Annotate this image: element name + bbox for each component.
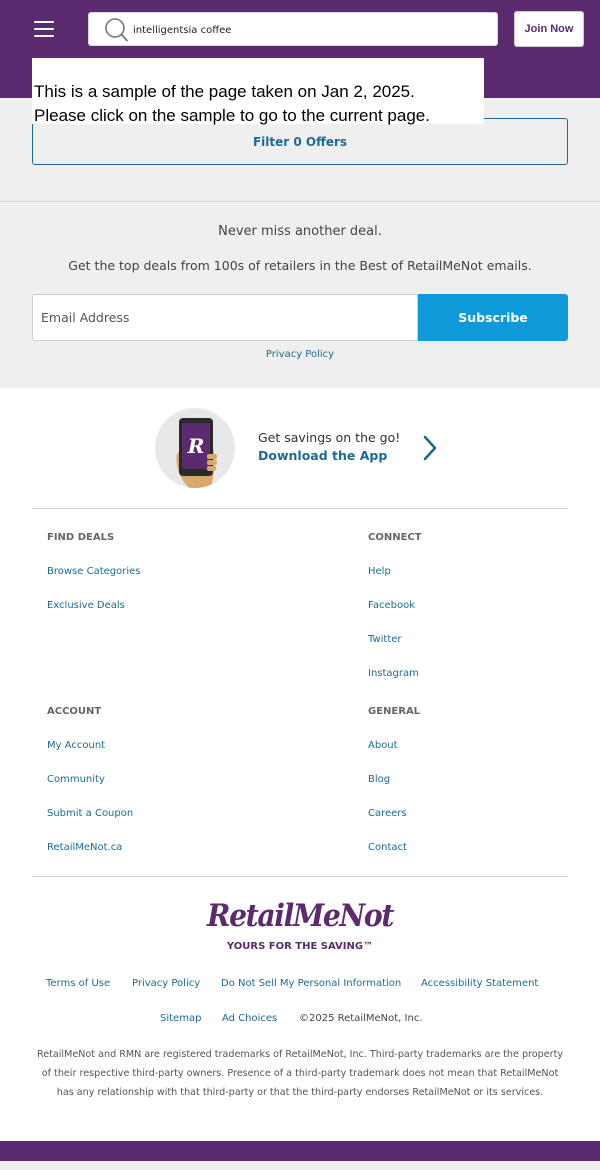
retailmenot-logo[interactable]: RetailMeNot	[200, 893, 400, 937]
ad-choices-link[interactable]: Ad Choices	[222, 1013, 277, 1024]
subscribe-button[interactable]: Subscribe	[418, 294, 568, 341]
footer-divider	[32, 508, 568, 509]
join-now-button[interactable]: Join Now	[514, 11, 584, 47]
logo-text: RetailMeNot	[206, 898, 395, 934]
chevron-right-icon[interactable]	[420, 434, 440, 462]
email-field[interactable]	[32, 294, 418, 341]
connect-heading: CONNECT	[368, 532, 422, 543]
footer-link-browse-categories[interactable]: Browse Categories	[47, 566, 141, 577]
copyright-text: ©2025 RetailMeNot, Inc.	[299, 1013, 423, 1024]
do-not-sell-link[interactable]: Do Not Sell My Personal Information	[221, 978, 401, 989]
sitemap-link[interactable]: Sitemap	[160, 1013, 201, 1024]
general-heading: GENERAL	[368, 706, 421, 717]
footer-link-careers[interactable]: Careers	[368, 808, 407, 819]
search-icon	[105, 18, 128, 42]
hamburger-icon[interactable]	[34, 21, 54, 37]
svg-text:R: R	[187, 434, 205, 458]
footer-bottom-strip	[0, 1161, 600, 1170]
accessibility-statement-link[interactable]: Accessibility Statement	[421, 978, 538, 989]
footer-link-retailmenot-ca[interactable]: RetailMeNot.ca	[47, 842, 122, 853]
phone-app-icon: R	[155, 408, 235, 488]
footer-link-submit-coupon[interactable]: Submit a Coupon	[47, 808, 133, 819]
footer-link-twitter[interactable]: Twitter	[368, 634, 402, 645]
footer-link-instagram[interactable]: Instagram	[368, 668, 419, 679]
search-bar[interactable]	[88, 12, 498, 46]
footer-link-about[interactable]: About	[368, 740, 398, 751]
footer-link-exclusive-deals[interactable]: Exclusive Deals	[47, 600, 125, 611]
sample-notice-line-2: Please click on the sample to go to the …	[34, 106, 430, 125]
app-promo: Get savings on the go! Download the App	[258, 430, 400, 463]
footer-link-help[interactable]: Help	[368, 566, 391, 577]
terms-of-use-link[interactable]: Terms of Use	[46, 978, 110, 989]
search-input[interactable]	[133, 19, 488, 41]
account-heading: ACCOUNT	[47, 706, 102, 717]
privacy-policy-link[interactable]: Privacy Policy	[132, 978, 200, 989]
footer-link-contact[interactable]: Contact	[368, 842, 407, 853]
sample-notice-line-1: This is a sample of the page taken on Ja…	[34, 82, 415, 101]
download-app-link[interactable]: Download the App	[258, 448, 400, 463]
brand-tagline: YOURS FOR THE SAVING™	[226, 941, 374, 952]
app-promo-tagline: Get savings on the go!	[258, 430, 401, 445]
footer-link-blog[interactable]: Blog	[368, 774, 390, 785]
footer-bar	[0, 1141, 600, 1161]
footer-link-facebook[interactable]: Facebook	[368, 600, 415, 611]
newsletter-privacy-link[interactable]: Privacy Policy	[0, 349, 600, 360]
newsletter-title: Never miss another deal.	[218, 224, 382, 239]
sample-notice[interactable]: This is a sample of the page taken on Ja…	[32, 58, 484, 125]
find-deals-heading: FIND DEALS	[47, 532, 115, 543]
footer-divider	[32, 876, 568, 877]
legal-disclaimer: RetailMeNot and RMN are registered trade…	[36, 1049, 564, 1098]
footer-link-community[interactable]: Community	[47, 774, 105, 785]
footer-link-my-account[interactable]: My Account	[47, 740, 105, 751]
newsletter-subtitle: Get the top deals from 100s of retailers…	[68, 258, 532, 273]
